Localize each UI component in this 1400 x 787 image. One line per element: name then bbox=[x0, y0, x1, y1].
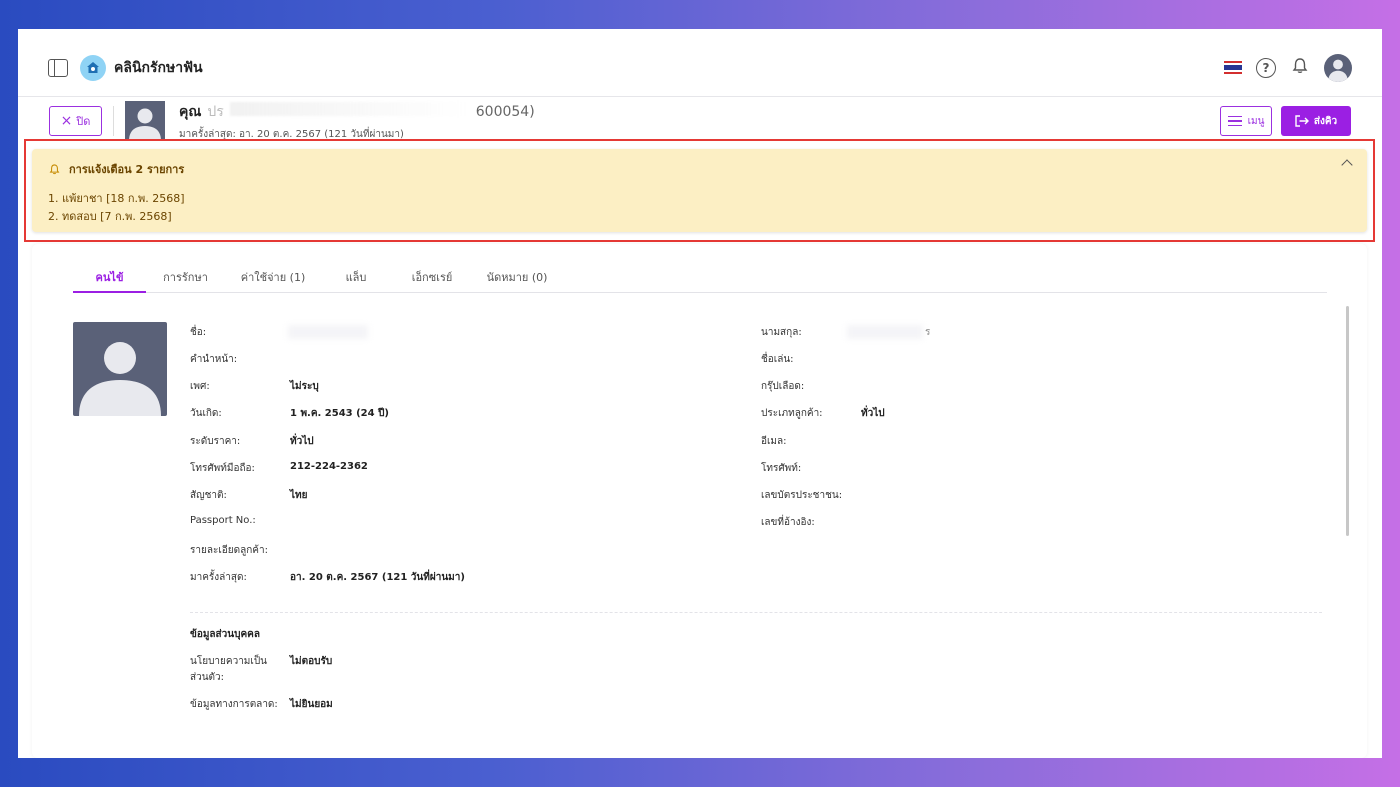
patient-info: คุณ ปร 600054) มาครั้งล่าสุด: อา. 20 ต.ค… bbox=[179, 101, 535, 142]
app-title: คลินิกรักษาฟัน bbox=[114, 59, 203, 76]
tab-lab[interactable]: แล็บ bbox=[321, 264, 391, 293]
menu-button-label: เมนู bbox=[1247, 115, 1265, 127]
hamburger-icon bbox=[1227, 115, 1242, 127]
close-button-label: ปิด bbox=[76, 115, 91, 128]
send-queue-label: ส่งคิว bbox=[1313, 115, 1338, 127]
top-navbar: คลินิกรักษาฟัน ? bbox=[18, 39, 1382, 97]
patient-id: 600054) bbox=[475, 103, 535, 120]
patient-photo[interactable] bbox=[73, 322, 167, 416]
tab-expenses[interactable]: ค่าใช้จ่าย (1) bbox=[225, 264, 321, 293]
patient-header: × ปิด คุณ ปร 600054) มาครั้งล่าสุด: อา. … bbox=[18, 97, 1382, 145]
tab-treatment[interactable]: การรักษา bbox=[146, 264, 225, 293]
app-window: คลินิกรักษาฟัน ? × ปิด คุณ ปร 600054) มา… bbox=[18, 29, 1382, 758]
privacy-section-title: ข้อมูลส่วนบุคคล bbox=[190, 629, 260, 640]
tab-patient[interactable]: คนไข้ bbox=[73, 264, 146, 293]
tab-appointments[interactable]: นัดหมาย (0) bbox=[473, 264, 561, 293]
send-queue-button[interactable]: ส่งคิว bbox=[1281, 106, 1351, 136]
patient-prefix: คุณ bbox=[179, 103, 202, 120]
tab-bar: คนไข้ การรักษา ค่าใช้จ่าย (1) แล็บ เอ็กซ… bbox=[73, 264, 1327, 293]
patient-details-card: คนไข้ การรักษา ค่าใช้จ่าย (1) แล็บ เอ็กซ… bbox=[32, 244, 1367, 758]
tab-xray[interactable]: เอ็กซเรย์ bbox=[391, 264, 473, 293]
patient-name-start: ปร bbox=[207, 103, 224, 120]
clinic-logo bbox=[80, 54, 106, 81]
scrollbar[interactable] bbox=[1346, 306, 1349, 536]
patient-name-redacted bbox=[229, 101, 470, 116]
help-icon[interactable]: ? bbox=[1256, 57, 1276, 78]
exit-arrow-icon bbox=[1295, 115, 1309, 127]
section-divider bbox=[190, 612, 1322, 613]
alert-highlight-frame bbox=[24, 139, 1375, 242]
divider bbox=[113, 106, 114, 136]
notification-bell-icon[interactable] bbox=[1290, 56, 1310, 80]
close-icon: × bbox=[60, 113, 73, 129]
thai-flag-icon[interactable] bbox=[1224, 61, 1242, 75]
patient-avatar bbox=[125, 101, 165, 141]
user-avatar[interactable] bbox=[1324, 53, 1352, 82]
menu-button[interactable]: เมนู bbox=[1220, 106, 1272, 136]
sidebar-toggle-icon[interactable] bbox=[48, 58, 68, 77]
close-button[interactable]: × ปิด bbox=[49, 106, 102, 136]
